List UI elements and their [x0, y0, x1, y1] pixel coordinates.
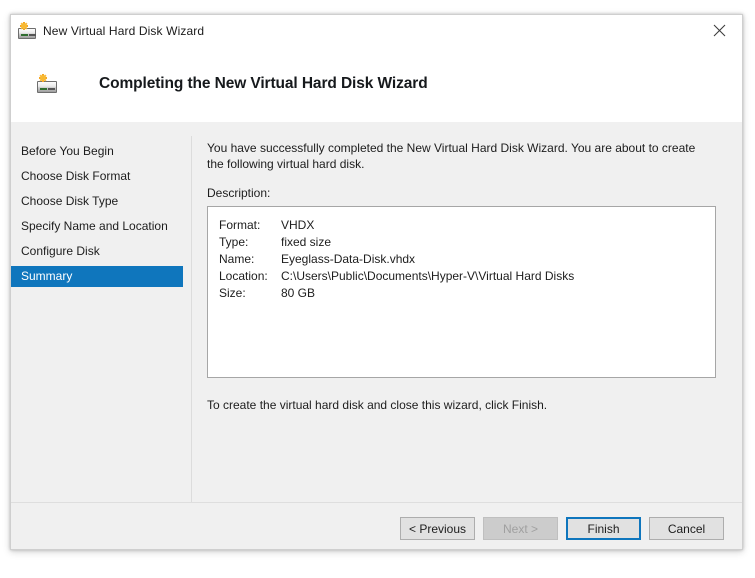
- wizard-steps-sidebar: Before You Begin Choose Disk Format Choo…: [11, 141, 191, 291]
- description-value: fixed size: [281, 235, 332, 249]
- title-bar: New Virtual Hard Disk Wizard: [11, 15, 742, 46]
- description-value: 80 GB: [281, 286, 316, 300]
- button-row: < Previous Next > Finish Cancel: [400, 517, 724, 540]
- previous-button[interactable]: < Previous: [400, 517, 475, 540]
- wizard-header: Completing the New Virtual Hard Disk Wiz…: [11, 46, 742, 122]
- wizard-window: New Virtual Hard Disk Wizard Completing …: [10, 14, 743, 550]
- cancel-button[interactable]: Cancel: [649, 517, 724, 540]
- sidebar-item-summary[interactable]: Summary: [11, 266, 183, 287]
- window-title: New Virtual Hard Disk Wizard: [43, 23, 205, 38]
- description-row-type: Type: fixed size: [219, 234, 715, 251]
- new-virtual-hard-disk-icon-large: [37, 74, 57, 94]
- description-key: Format:: [219, 218, 261, 232]
- description-box: Format: VHDX Type: fixed size Name: Eyeg…: [207, 206, 716, 378]
- description-key: Size:: [219, 286, 246, 300]
- description-row-location: Location: C:\Users\Public\Documents\Hype…: [219, 268, 715, 285]
- description-key: Type:: [219, 235, 249, 249]
- disk-glyph: [37, 81, 57, 93]
- description-row-format: Format: VHDX: [219, 217, 715, 234]
- description-key: Location:: [219, 269, 268, 283]
- new-item-spark-icon: [39, 74, 47, 82]
- close-icon: [713, 24, 726, 37]
- description-row-name: Name: Eyeglass-Data-Disk.vhdx: [219, 251, 715, 268]
- sidebar-item-choose-disk-type[interactable]: Choose Disk Type: [11, 191, 191, 212]
- description-label: Description:: [207, 186, 271, 200]
- intro-text: You have successfully completed the New …: [207, 141, 696, 171]
- sidebar-item-specify-name-and-location[interactable]: Specify Name and Location: [11, 216, 191, 237]
- new-item-spark-icon: [20, 21, 28, 30]
- sidebar-item-configure-disk[interactable]: Configure Disk: [11, 241, 191, 262]
- close-button[interactable]: [697, 15, 742, 46]
- description-value: VHDX: [281, 218, 315, 232]
- description-value: Eyeglass-Data-Disk.vhdx: [281, 252, 416, 266]
- new-virtual-hard-disk-icon: [18, 21, 36, 40]
- page-title: Completing the New Virtual Hard Disk Wiz…: [99, 75, 428, 92]
- outro-text: To create the virtual hard disk and clos…: [207, 398, 548, 412]
- wizard-body: Before You Begin Choose Disk Format Choo…: [11, 122, 742, 502]
- sidebar-item-choose-disk-format[interactable]: Choose Disk Format: [11, 166, 191, 187]
- description-key: Name:: [219, 252, 255, 266]
- finish-button[interactable]: Finish: [566, 517, 641, 540]
- sidebar-divider: [191, 136, 192, 502]
- wizard-footer: < Previous Next > Finish Cancel: [11, 502, 742, 549]
- description-value: C:\Users\Public\Documents\Hyper-V\Virtua…: [281, 269, 575, 283]
- description-row-size: Size: 80 GB: [219, 285, 715, 302]
- next-button: Next >: [483, 517, 558, 540]
- wizard-main-pane: You have successfully completed the New …: [207, 140, 717, 412]
- sidebar-item-before-you-begin[interactable]: Before You Begin: [11, 141, 191, 162]
